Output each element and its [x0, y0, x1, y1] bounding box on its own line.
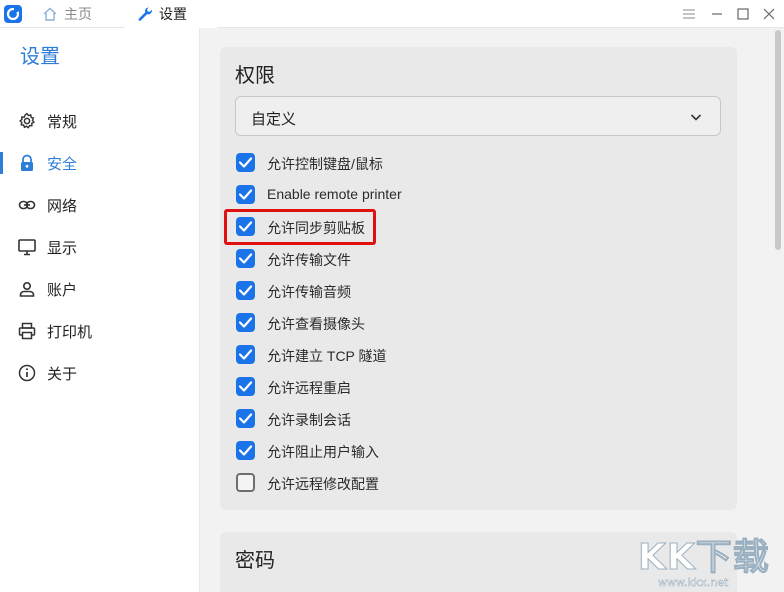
user-icon [19, 281, 35, 297]
tab-settings-label: 设置 [159, 6, 187, 22]
tab-home-label: 主页 [64, 6, 92, 22]
checkbox-checked[interactable] [236, 409, 255, 428]
permission-option-label: 允许建立 TCP 隧道 [267, 348, 387, 364]
permission-preset-value: 自定义 [251, 111, 297, 128]
checkbox-checked[interactable] [236, 249, 255, 268]
monitor-icon [18, 239, 36, 256]
permission-option-label: Enable remote printer [267, 186, 402, 202]
permission-option-label: 允许阻止用户输入 [267, 444, 379, 460]
info-icon [18, 364, 36, 382]
permission-option[interactable]: 允许建立 TCP 隧道 [236, 343, 536, 367]
checkbox-checked[interactable] [236, 377, 255, 396]
checkmark-icon [238, 189, 253, 200]
sidebar-item-general[interactable]: 常规 [0, 101, 199, 141]
permissions-card: 权限 自定义 允许控制键盘/鼠标 Enable remote printer 允许同… [220, 47, 737, 510]
sidebar-item-label: 打印机 [47, 323, 93, 341]
permission-option-label: 允许查看摄像头 [267, 316, 365, 332]
tab-home[interactable]: 主页 [30, 0, 125, 28]
permission-option[interactable]: 允许同步剪贴板 [236, 215, 536, 239]
tab-settings[interactable]: 设置 [125, 0, 217, 28]
app-logo-icon [4, 5, 22, 23]
permission-option-label: 允许同步剪贴板 [267, 220, 365, 236]
sidebar-item-label: 网络 [47, 197, 78, 215]
sidebar: 设置 常规 安全 网络 显示 账户 打印机 关于 [0, 28, 200, 592]
checkmark-icon [238, 157, 253, 168]
permission-option-label: 允许传输文件 [267, 252, 351, 268]
permission-option[interactable]: 允许录制会话 [236, 407, 536, 431]
checkbox-checked[interactable] [236, 185, 255, 204]
scrollbar-thumb[interactable] [775, 30, 781, 250]
permission-option[interactable]: 允许传输文件 [236, 247, 536, 271]
sidebar-item-about[interactable]: 关于 [0, 353, 199, 393]
link-icon [18, 200, 36, 210]
permission-preset-select[interactable]: 自定义 [235, 96, 721, 136]
sidebar-item-label: 账户 [47, 281, 78, 299]
checkmark-icon [238, 381, 253, 392]
checkbox-checked[interactable] [236, 217, 255, 236]
checkmark-icon [238, 317, 253, 328]
checkmark-icon [238, 285, 253, 296]
permission-option[interactable]: 允许查看摄像头 [236, 311, 536, 335]
sidebar-item-account[interactable]: 账户 [0, 269, 199, 309]
wrench-icon [137, 6, 153, 22]
permission-option-label: 允许控制键盘/鼠标 [267, 156, 383, 172]
checkbox-checked[interactable] [236, 441, 255, 460]
permissions-title: 权限 [235, 65, 275, 87]
sidebar-item-label: 安全 [47, 155, 78, 173]
checkmark-icon [238, 413, 253, 424]
sidebar-item-display[interactable]: 显示 [0, 227, 199, 267]
permission-option[interactable]: Enable remote printer [236, 183, 536, 207]
checkmark-icon [238, 445, 253, 456]
sidebar-item-label: 常规 [47, 113, 78, 131]
permission-option-label: 允许远程重启 [267, 380, 351, 396]
minimize-button[interactable] [707, 4, 727, 24]
sidebar-title: 设置 [20, 46, 60, 68]
checkbox-checked[interactable] [236, 281, 255, 300]
lock-icon [21, 154, 33, 171]
maximize-button[interactable] [733, 4, 753, 24]
permission-option-label: 允许传输音频 [267, 284, 351, 300]
permission-option[interactable]: 允许控制键盘/鼠标 [236, 151, 536, 175]
permission-option-label: 允许录制会话 [267, 412, 351, 428]
checkbox-checked[interactable] [236, 153, 255, 172]
chevron-down-icon [690, 114, 702, 121]
sidebar-item-label: 关于 [47, 365, 78, 383]
menu-icon[interactable] [679, 4, 699, 24]
checkmark-icon [238, 253, 253, 264]
checkmark-icon [238, 221, 253, 232]
sidebar-item-network[interactable]: 网络 [0, 185, 199, 225]
sidebar-item-security[interactable]: 安全 [0, 143, 199, 183]
printer-icon [18, 322, 36, 340]
checkmark-icon [238, 349, 253, 360]
sidebar-item-printer[interactable]: 打印机 [0, 311, 199, 351]
password-title: 密码 [235, 550, 275, 572]
title-bar: 主页 设置 [0, 0, 784, 28]
permission-option[interactable]: 允许远程修改配置 [236, 471, 536, 495]
sidebar-item-label: 显示 [47, 239, 78, 257]
checkbox-checked[interactable] [236, 345, 255, 364]
checkbox-unchecked[interactable] [236, 473, 255, 492]
home-icon [42, 6, 58, 22]
close-button[interactable] [759, 4, 779, 24]
permission-option[interactable]: 允许阻止用户输入 [236, 439, 536, 463]
permission-option[interactable]: 允许传输音频 [236, 279, 536, 303]
password-card: 密码 [220, 532, 737, 592]
settings-content[interactable]: 权限 自定义 允许控制键盘/鼠标 Enable remote printer 允许同… [200, 28, 784, 592]
gear-icon [19, 112, 35, 129]
permission-option-label: 允许远程修改配置 [267, 476, 379, 492]
permission-option[interactable]: 允许远程重启 [236, 375, 536, 399]
checkbox-checked[interactable] [236, 313, 255, 332]
